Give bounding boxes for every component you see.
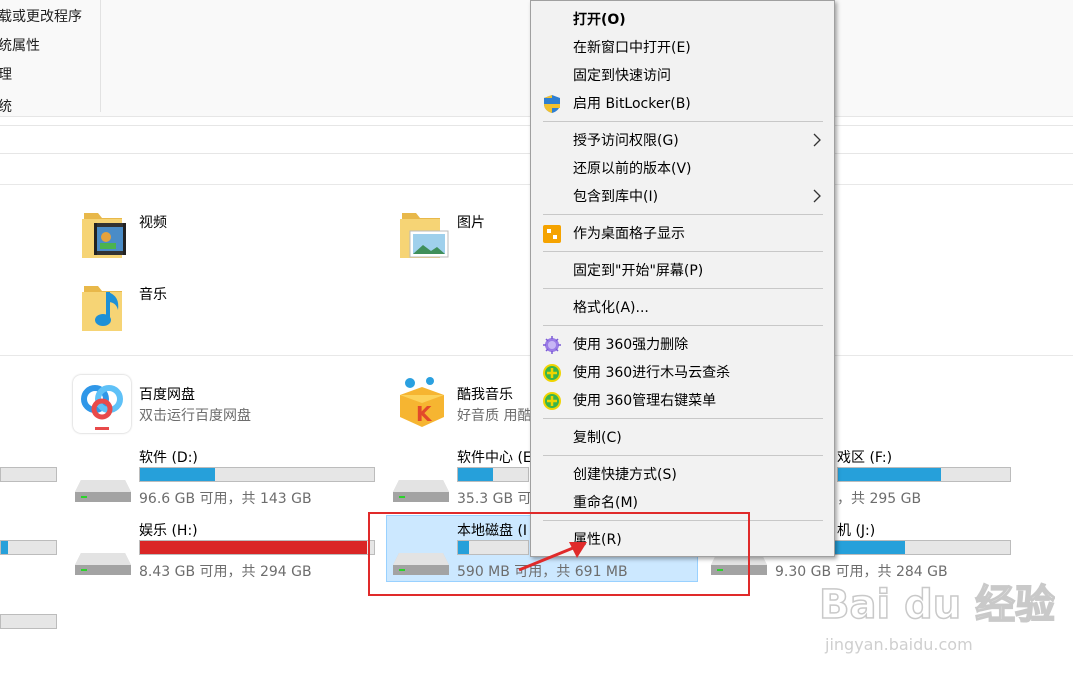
drive-bar-cutoff: [0, 614, 57, 629]
desktop-grid-icon: [542, 224, 562, 244]
menu-item-desktop-grid[interactable]: 作为桌面格子显示: [531, 219, 834, 247]
menu-item-copy[interactable]: 复制(C): [531, 423, 834, 451]
drive-name[interactable]: 娱乐 (H:): [139, 520, 198, 540]
svg-text:Bai du 经验: Bai du 经验: [819, 582, 1055, 628]
menu-item-include-library[interactable]: 包含到库中(I): [531, 182, 834, 210]
chevron-right-icon: [811, 188, 823, 204]
picture-folder-icon[interactable]: [396, 205, 451, 260]
plus-360-icon: [542, 391, 562, 411]
menu-separator: [543, 251, 823, 252]
menu-separator: [543, 214, 823, 215]
menu-separator: [543, 288, 823, 289]
folder-label-pictures[interactable]: 图片: [457, 212, 485, 232]
drive-bar-cutoff: [0, 540, 57, 555]
ribbon-divider: [100, 0, 101, 112]
drive-usage-bar: [457, 467, 529, 482]
ribbon-uninstall-program[interactable]: 载或更改程序: [0, 6, 82, 26]
drive-space-info: ，共 295 GB: [837, 491, 922, 507]
menu-item-360-scan[interactable]: 使用 360进行木马云查杀: [531, 358, 834, 386]
menu-item-pin-quick-access[interactable]: 固定到快速访问: [531, 61, 834, 89]
folder-label-music[interactable]: 音乐: [139, 284, 167, 304]
context-menu: 打开(O) 在新窗口中打开(E) 固定到快速访问 启用 BitLocker(B)…: [530, 0, 835, 557]
app-name-kuwo[interactable]: 酷我音乐: [457, 384, 513, 404]
drive-usage-bar: [139, 540, 375, 555]
virus-purple-icon: [542, 335, 562, 355]
drive-icon[interactable]: [393, 472, 449, 512]
menu-separator: [543, 121, 823, 122]
menu-item-grant-access[interactable]: 授予访问权限(G): [531, 126, 834, 154]
drive-icon[interactable]: [75, 472, 131, 512]
drive-icon[interactable]: [75, 545, 131, 585]
menu-separator: [543, 418, 823, 419]
drive-name[interactable]: 戏区 (F:): [837, 447, 892, 467]
app-name-baidu-netdisk[interactable]: 百度网盘: [139, 384, 195, 404]
svg-text:K: K: [416, 402, 433, 426]
app-desc-baidu-netdisk: 双击运行百度网盘: [139, 408, 251, 424]
drive-name[interactable]: 软件中心 (E: [457, 447, 532, 467]
drive-name[interactable]: 机 (J:): [837, 520, 875, 540]
shield-icon: [542, 94, 562, 114]
drive-usage-bar: [139, 467, 375, 482]
app-desc-kuwo: 好音质 用酷: [457, 408, 532, 424]
video-folder-icon[interactable]: [78, 205, 128, 260]
drive-usage-fill: [140, 468, 215, 481]
chevron-right-icon: [811, 132, 823, 148]
menu-item-create-shortcut[interactable]: 创建快捷方式(S): [531, 460, 834, 488]
drive-usage-fill: [140, 541, 367, 554]
music-folder-icon[interactable]: [78, 278, 133, 333]
menu-item-bitlocker[interactable]: 启用 BitLocker(B): [531, 89, 834, 117]
drive-name[interactable]: 软件 (D:): [139, 447, 198, 467]
ribbon-manage[interactable]: 理: [0, 64, 12, 84]
svg-text:jingyan.baidu.com: jingyan.baidu.com: [824, 635, 973, 654]
drive-bar-cutoff: [0, 467, 57, 482]
baidu-jingyan-watermark: Bai du 经验 jingyan.baidu.com: [815, 570, 1056, 660]
ribbon-system-properties[interactable]: 统属性: [0, 35, 40, 55]
menu-item-open-new-window[interactable]: 在新窗口中打开(E): [531, 33, 834, 61]
folder-label-video[interactable]: 视频: [139, 212, 167, 232]
plus-360-icon: [542, 363, 562, 383]
menu-separator: [543, 455, 823, 456]
baidu-netdisk-icon[interactable]: [73, 375, 131, 433]
menu-item-format[interactable]: 格式化(A)...: [531, 293, 834, 321]
drive-space-info: 96.6 GB 可用，共 143 GB: [139, 491, 312, 507]
drive-usage-fill: [458, 468, 493, 481]
drive-usage-bar: [837, 467, 1011, 482]
menu-separator: [543, 325, 823, 326]
menu-item-360-delete[interactable]: 使用 360强力删除: [531, 330, 834, 358]
ribbon-system[interactable]: 统: [0, 96, 12, 116]
menu-item-360-menu[interactable]: 使用 360管理右键菜单: [531, 386, 834, 414]
menu-item-restore-versions[interactable]: 还原以前的版本(V): [531, 154, 834, 182]
kuwo-music-icon[interactable]: K: [396, 375, 448, 430]
red-arrow-icon: [515, 536, 595, 576]
drive-space-info: 8.43 GB 可用，共 294 GB: [139, 564, 312, 580]
menu-item-pin-start[interactable]: 固定到"开始"屏幕(P): [531, 256, 834, 284]
menu-item-open[interactable]: 打开(O): [531, 5, 834, 33]
drive-usage-fill: [838, 468, 942, 481]
